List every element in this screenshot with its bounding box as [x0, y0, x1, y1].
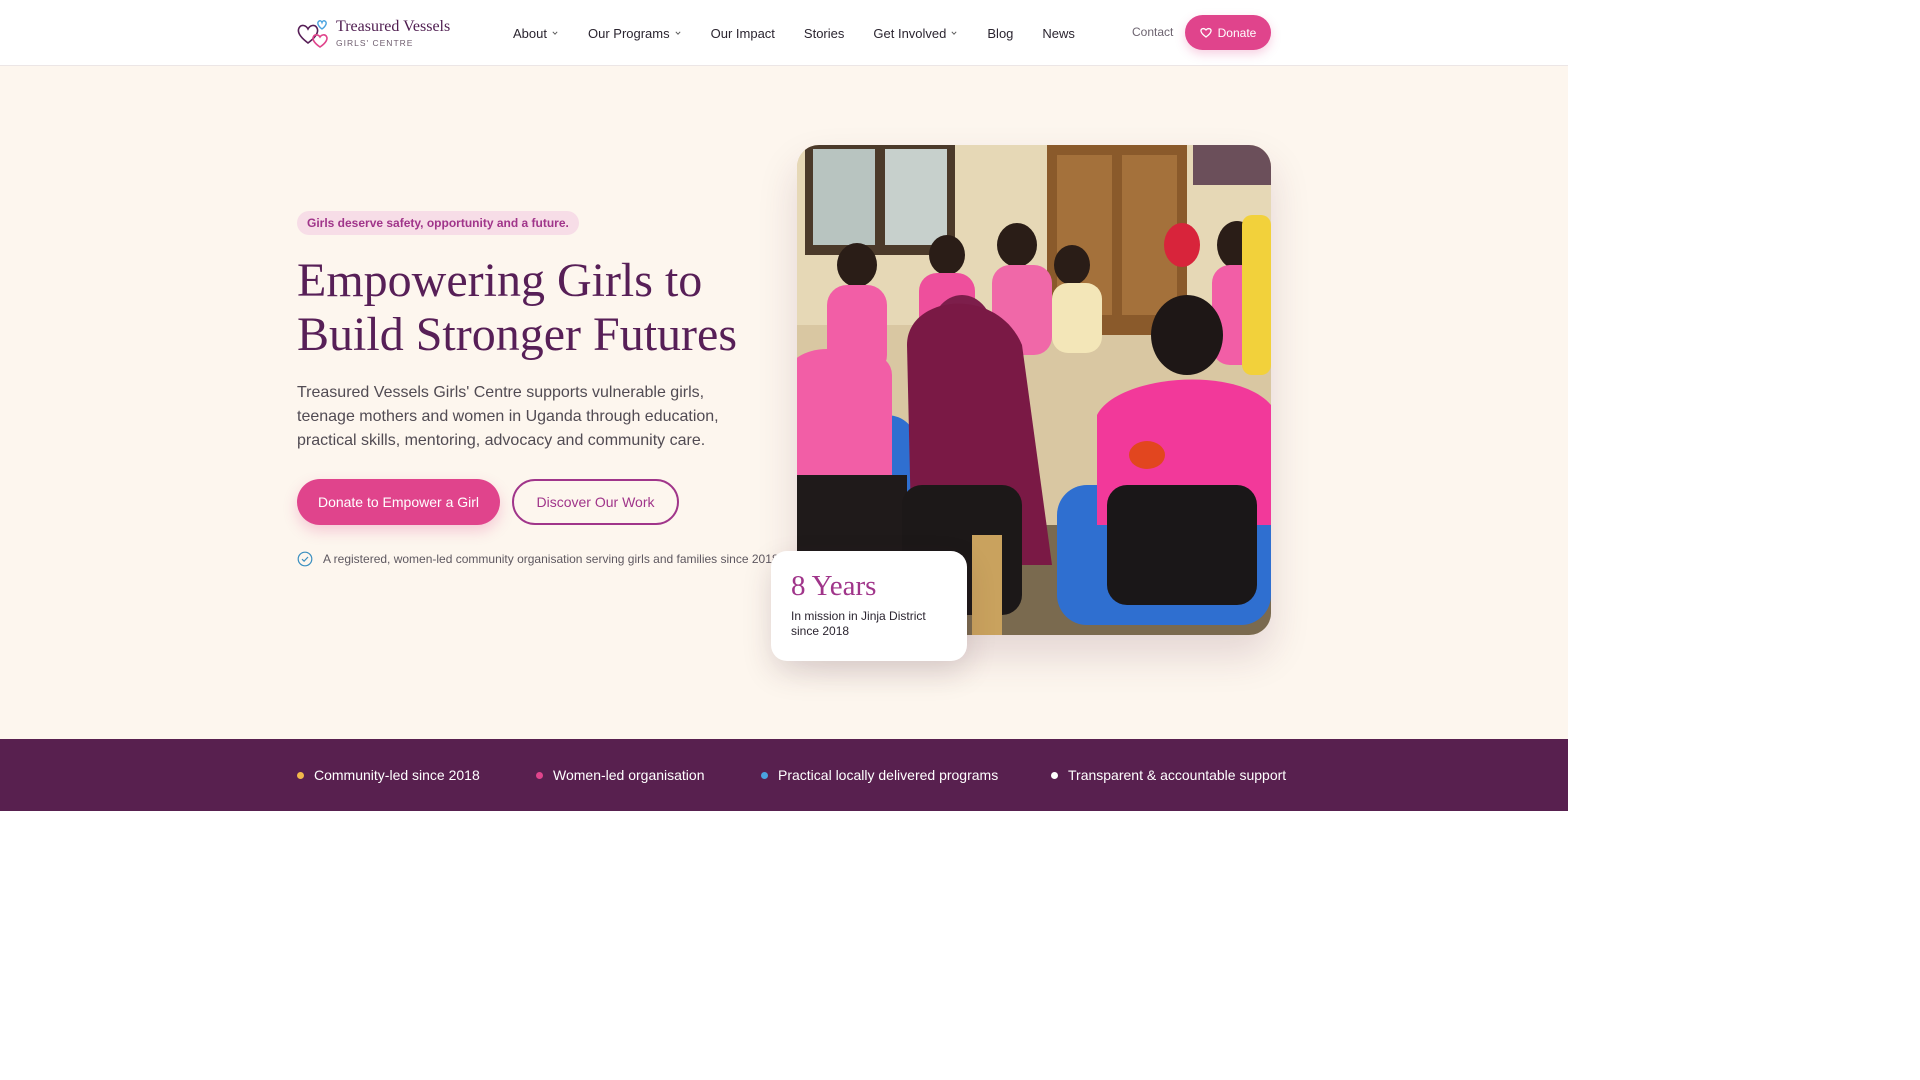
- chevron-down-icon: [552, 31, 558, 35]
- band-item-label: Practical locally delivered programs: [778, 767, 999, 783]
- bullet-dot-icon: [761, 771, 768, 779]
- hero-headline: Empowering Girls to Build Stronger Futur…: [297, 254, 737, 361]
- logo-subtitle: GIRLS' CENTRE: [336, 37, 414, 48]
- band-item-transparent: Transparent & accountable support: [1051, 767, 1286, 783]
- logo-name: Treasured Vessels: [336, 17, 451, 35]
- nav-get-involved[interactable]: Get Involved: [873, 26, 957, 41]
- nav-stories-label: Stories: [803, 25, 845, 41]
- years-stat-card: 8 Years In mission in Jinja District sin…: [771, 551, 967, 661]
- header-donate-button[interactable]: Donate: [1185, 15, 1271, 50]
- hearts-logo-icon: [296, 17, 330, 49]
- years-stat-value: 8 Years: [791, 570, 877, 602]
- bullet-dot-icon: [536, 771, 543, 779]
- heart-icon: [1199, 27, 1212, 38]
- years-stat-label: In mission in Jinja District since 2018: [791, 609, 926, 638]
- bullet-dot-icon: [1051, 771, 1058, 779]
- main-nav: About Our Programs Our Impact Stories Ge…: [513, 0, 1075, 66]
- header-donate-label: Donate: [1217, 25, 1257, 40]
- nav-get-involved-label: Get Involved: [873, 25, 947, 41]
- bullet-dot-icon: [297, 771, 304, 779]
- hero-intro: Treasured Vessels Girls' Centre supports…: [297, 384, 719, 449]
- band-item-label: Community-led since 2018: [314, 767, 480, 783]
- registration-note: A registered, women-led community organi…: [297, 551, 782, 567]
- band-item-community: Community-led since 2018: [297, 767, 480, 783]
- nav-blog[interactable]: Blog: [987, 26, 1013, 41]
- nav-about-label: About: [513, 25, 547, 41]
- nav-about[interactable]: About: [513, 26, 558, 41]
- discover-our-work-button[interactable]: Discover Our Work: [512, 479, 679, 525]
- hero-tagline-badge: Girls deserve safety, opportunity and a …: [297, 211, 579, 235]
- chevron-down-icon: [675, 31, 681, 35]
- nav-news-label: News: [1042, 25, 1075, 41]
- nav-blog-label: Blog: [987, 25, 1014, 41]
- band-item-women-led: Women-led organisation: [536, 767, 705, 783]
- values-band: Community-led since 2018 Women-led organ…: [0, 739, 1568, 811]
- nav-stories[interactable]: Stories: [804, 26, 844, 41]
- nav-news[interactable]: News: [1042, 26, 1075, 41]
- nav-our-programs[interactable]: Our Programs: [588, 26, 681, 41]
- band-item-programs: Practical locally delivered programs: [761, 767, 998, 783]
- registration-note-text: A registered, women-led community organi…: [323, 552, 782, 566]
- donate-to-empower-button[interactable]: Donate to Empower a Girl: [297, 479, 500, 525]
- band-item-label: Transparent & accountable support: [1068, 767, 1287, 783]
- nav-our-impact-label: Our Impact: [710, 25, 775, 41]
- site-header: Treasured Vessels GIRLS' CENTRE About Ou…: [0, 0, 1568, 66]
- band-item-label: Women-led organisation: [553, 767, 705, 783]
- chevron-down-icon: [951, 31, 957, 35]
- site-logo[interactable]: Treasured Vessels GIRLS' CENTRE: [296, 17, 450, 49]
- check-circle-icon: [297, 551, 313, 567]
- nav-our-impact[interactable]: Our Impact: [711, 26, 775, 41]
- contact-link[interactable]: Contact: [1132, 25, 1173, 39]
- nav-our-programs-label: Our Programs: [587, 25, 670, 41]
